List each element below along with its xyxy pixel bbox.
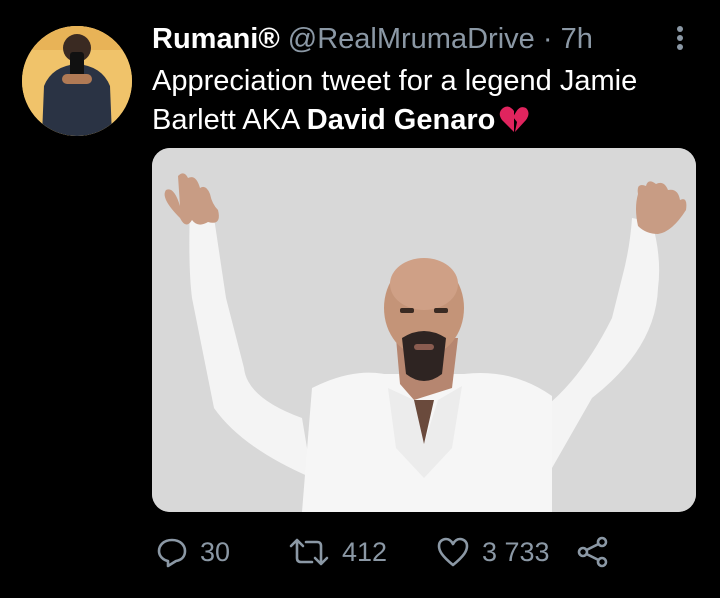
retweet-count: 412: [342, 536, 388, 567]
reply-count: 30: [200, 536, 231, 567]
reply-icon: [157, 538, 187, 568]
display-name[interactable]: Rumani®: [152, 23, 280, 55]
share-icon: [577, 536, 608, 568]
timestamp[interactable]: 7h: [561, 23, 593, 55]
like-count: 3 733: [482, 536, 550, 567]
like-button[interactable]: 3 733: [436, 532, 550, 572]
tweet-card[interactable]: Rumani® @RealMrumaDrive · 7h Appreciatio…: [0, 0, 720, 598]
tweet-text: Appreciation tweet for a legend Jamie Ba…: [152, 62, 692, 144]
tweet-media-image[interactable]: [152, 148, 696, 512]
share-button[interactable]: [576, 532, 622, 572]
tweet-header: Rumani® @RealMrumaDrive · 7h: [152, 22, 593, 56]
retweet-button[interactable]: 412: [288, 532, 387, 572]
separator-dot: ·: [542, 23, 553, 55]
heart-icon: [437, 537, 469, 567]
tweet-text-bold: David Genaro: [306, 104, 496, 136]
avatar[interactable]: [22, 26, 132, 136]
more-vertical-icon[interactable]: [670, 24, 690, 54]
reply-button[interactable]: 30: [156, 532, 230, 572]
tweet-actions-bar: 30 412 3 733: [152, 532, 692, 572]
broken-heart-icon: [499, 105, 529, 144]
user-handle[interactable]: @RealMrumaDrive: [288, 23, 535, 55]
retweet-icon: [289, 538, 329, 566]
